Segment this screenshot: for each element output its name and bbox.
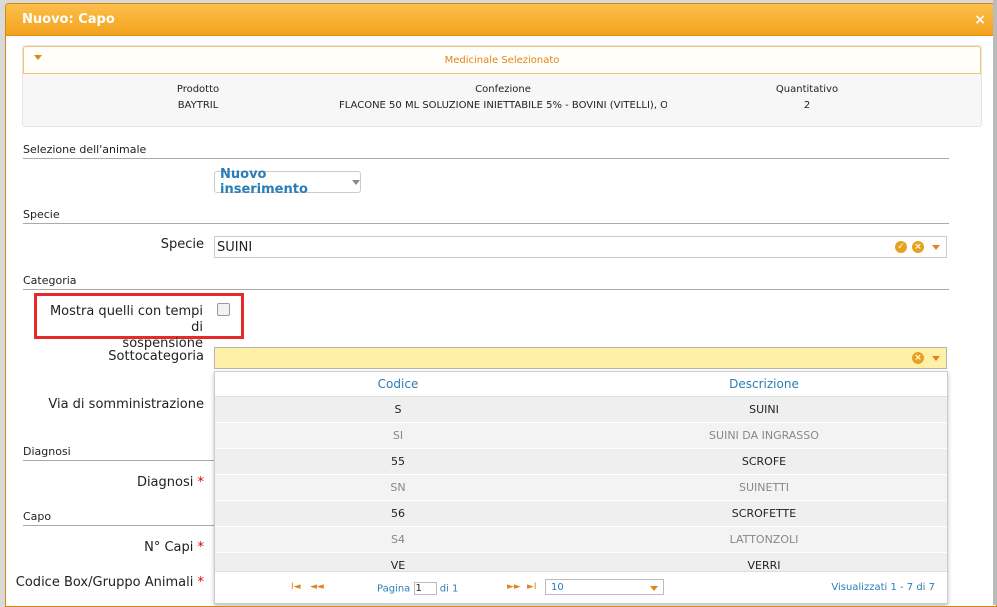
table-row[interactable]: 55 SCROFE: [215, 449, 947, 475]
medicinale-panel-title: Medicinale Selezionato: [444, 54, 560, 66]
page-indicator: Pagina 1 di 1: [377, 582, 458, 595]
cell-codice: SN: [390, 481, 406, 494]
clear-icon[interactable]: ×: [912, 352, 924, 364]
specie-label: Specie: [160, 237, 204, 252]
codice-box-label: Codice Box/Gruppo Animali *: [16, 575, 204, 590]
table-row[interactable]: SN SUINETTI: [215, 475, 947, 501]
column-header-descrizione[interactable]: Descrizione: [581, 372, 947, 396]
chevron-down-icon[interactable]: [932, 355, 940, 361]
next-page-icon[interactable]: ►►: [507, 582, 521, 592]
sottocategoria-label: Sottocategoria: [108, 349, 204, 364]
confirm-check-icon[interactable]: ✓: [895, 241, 907, 253]
nuovo-inserimento-dropdown[interactable]: Nuovo inserimento: [214, 167, 361, 197]
medicinale-panel-header[interactable]: Medicinale Selezionato: [23, 46, 981, 74]
medicinale-panel: Medicinale Selezionato Prodotto BAYTRIL …: [22, 45, 982, 127]
cell-codice: S4: [391, 533, 405, 546]
diagnosi-label-text: Diagnosi: [136, 475, 194, 490]
dialog-title: Nuovo: Capo: [22, 12, 115, 27]
via-somministrazione-label: Via di somministrazione: [48, 397, 204, 412]
mostra-sospensione-label: Mostra quelli con tempi di sospensione: [37, 304, 203, 352]
section-selezione: Selezione dell'animale: [23, 143, 949, 159]
sottocategoria-select[interactable]: ×: [214, 347, 947, 369]
grid-pager: I◄ ◄◄ Pagina 1 di 1 ►► ►I 10 Visualizzat…: [215, 571, 947, 603]
mostra-sospensione-checkbox[interactable]: [217, 303, 230, 316]
cell-codice: S: [394, 403, 402, 416]
nuovo-inserimento-label: Nuovo inserimento: [220, 167, 308, 197]
section-specie: Specie: [23, 208, 949, 224]
required-mark: *: [197, 540, 205, 555]
highlight-frame: Mostra quelli con tempi di sospensione: [34, 293, 244, 351]
ncapi-label-text: N° Capi: [144, 540, 194, 555]
cell-codice: 56: [391, 507, 405, 520]
grid-body: S SUINI SI SUINI DA INGRASSO 55 SCROFE SN SUINE…: [215, 397, 947, 579]
pagina-label: Pagina: [377, 583, 411, 595]
clear-icon[interactable]: ×: [912, 241, 924, 253]
confezione-value: FLACONE 50 ML SOLUZIONE INIETTABILE 5% -…: [339, 100, 667, 111]
page-total: di 1: [439, 583, 459, 595]
collapse-caret-icon[interactable]: [34, 55, 42, 60]
table-row[interactable]: 56 SCROFETTE: [215, 501, 947, 527]
cell-descrizione: LATTONZOLI: [729, 533, 799, 546]
close-icon[interactable]: ×: [974, 12, 986, 28]
required-mark: *: [197, 475, 205, 490]
mostra-label-line1: Mostra quelli con tempi di: [49, 304, 203, 335]
page-input[interactable]: 1: [413, 582, 437, 595]
specie-select[interactable]: SUINI ✓ ×: [214, 236, 947, 258]
grid-header: Codice Descrizione: [215, 372, 947, 397]
cell-descrizione: SCROFETTE: [731, 507, 797, 520]
table-row[interactable]: S SUINI: [215, 397, 947, 423]
cell-descrizione: SCROFE: [741, 455, 787, 468]
cell-descrizione: SUINI DA INGRASSO: [709, 429, 819, 442]
sottocategoria-dropdown-grid: Codice Descrizione S SUINI SI SUINI DA INGR…: [214, 371, 948, 604]
chevron-down-icon[interactable]: [932, 244, 940, 250]
dialog-titlebar: Nuovo: Capo ×: [6, 4, 996, 36]
quantitativo-value: 2: [803, 100, 811, 111]
last-page-icon[interactable]: ►I: [527, 582, 537, 592]
cell-codice: 55: [391, 455, 405, 468]
first-page-icon[interactable]: I◄: [291, 582, 301, 592]
prodotto-value: BAYTRIL: [177, 100, 219, 111]
ncapi-label: N° Capi *: [144, 540, 204, 555]
cell-descrizione: SUINI: [749, 403, 779, 416]
quantitativo-column: Quantitativo 2: [763, 84, 851, 111]
codice-box-label-text: Codice Box/Gruppo Animali: [15, 575, 194, 590]
section-categoria: Categoria: [23, 274, 949, 290]
prodotto-header: Prodotto: [176, 84, 220, 95]
cell-codice: SI: [392, 429, 404, 442]
section-capo: Capo: [23, 510, 218, 526]
specie-value: SUINI: [217, 239, 253, 255]
section-diagnosi: Diagnosi: [23, 445, 218, 461]
diagnosi-label: Diagnosi *: [137, 475, 204, 490]
table-row[interactable]: SI SUINI DA INGRASSO: [215, 423, 947, 449]
chevron-down-icon: [352, 179, 360, 185]
page-size-select[interactable]: 10: [545, 579, 664, 595]
records-info: Visualizzati 1 - 7 di 7: [831, 582, 935, 593]
cell-descrizione: SUINETTI: [739, 481, 789, 494]
confezione-header: Confezione: [475, 84, 531, 95]
quantitativo-header: Quantitativo: [775, 84, 839, 95]
page-scrollbar[interactable]: [993, 0, 997, 605]
confezione-column: Confezione FLACONE 50 ML SOLUZIONE INIET…: [339, 84, 667, 111]
nuovo-capo-dialog: Nuovo: Capo × Medicinale Selezionato Pro…: [5, 3, 997, 607]
table-row[interactable]: S4 LATTONZOLI: [215, 527, 947, 553]
prodotto-column: Prodotto BAYTRIL: [158, 84, 238, 111]
required-mark: *: [197, 575, 205, 590]
chevron-down-icon: [650, 586, 658, 591]
page-size-value: 10: [551, 582, 564, 593]
column-header-codice[interactable]: Codice: [215, 372, 581, 396]
prev-page-icon[interactable]: ◄◄: [310, 582, 324, 592]
